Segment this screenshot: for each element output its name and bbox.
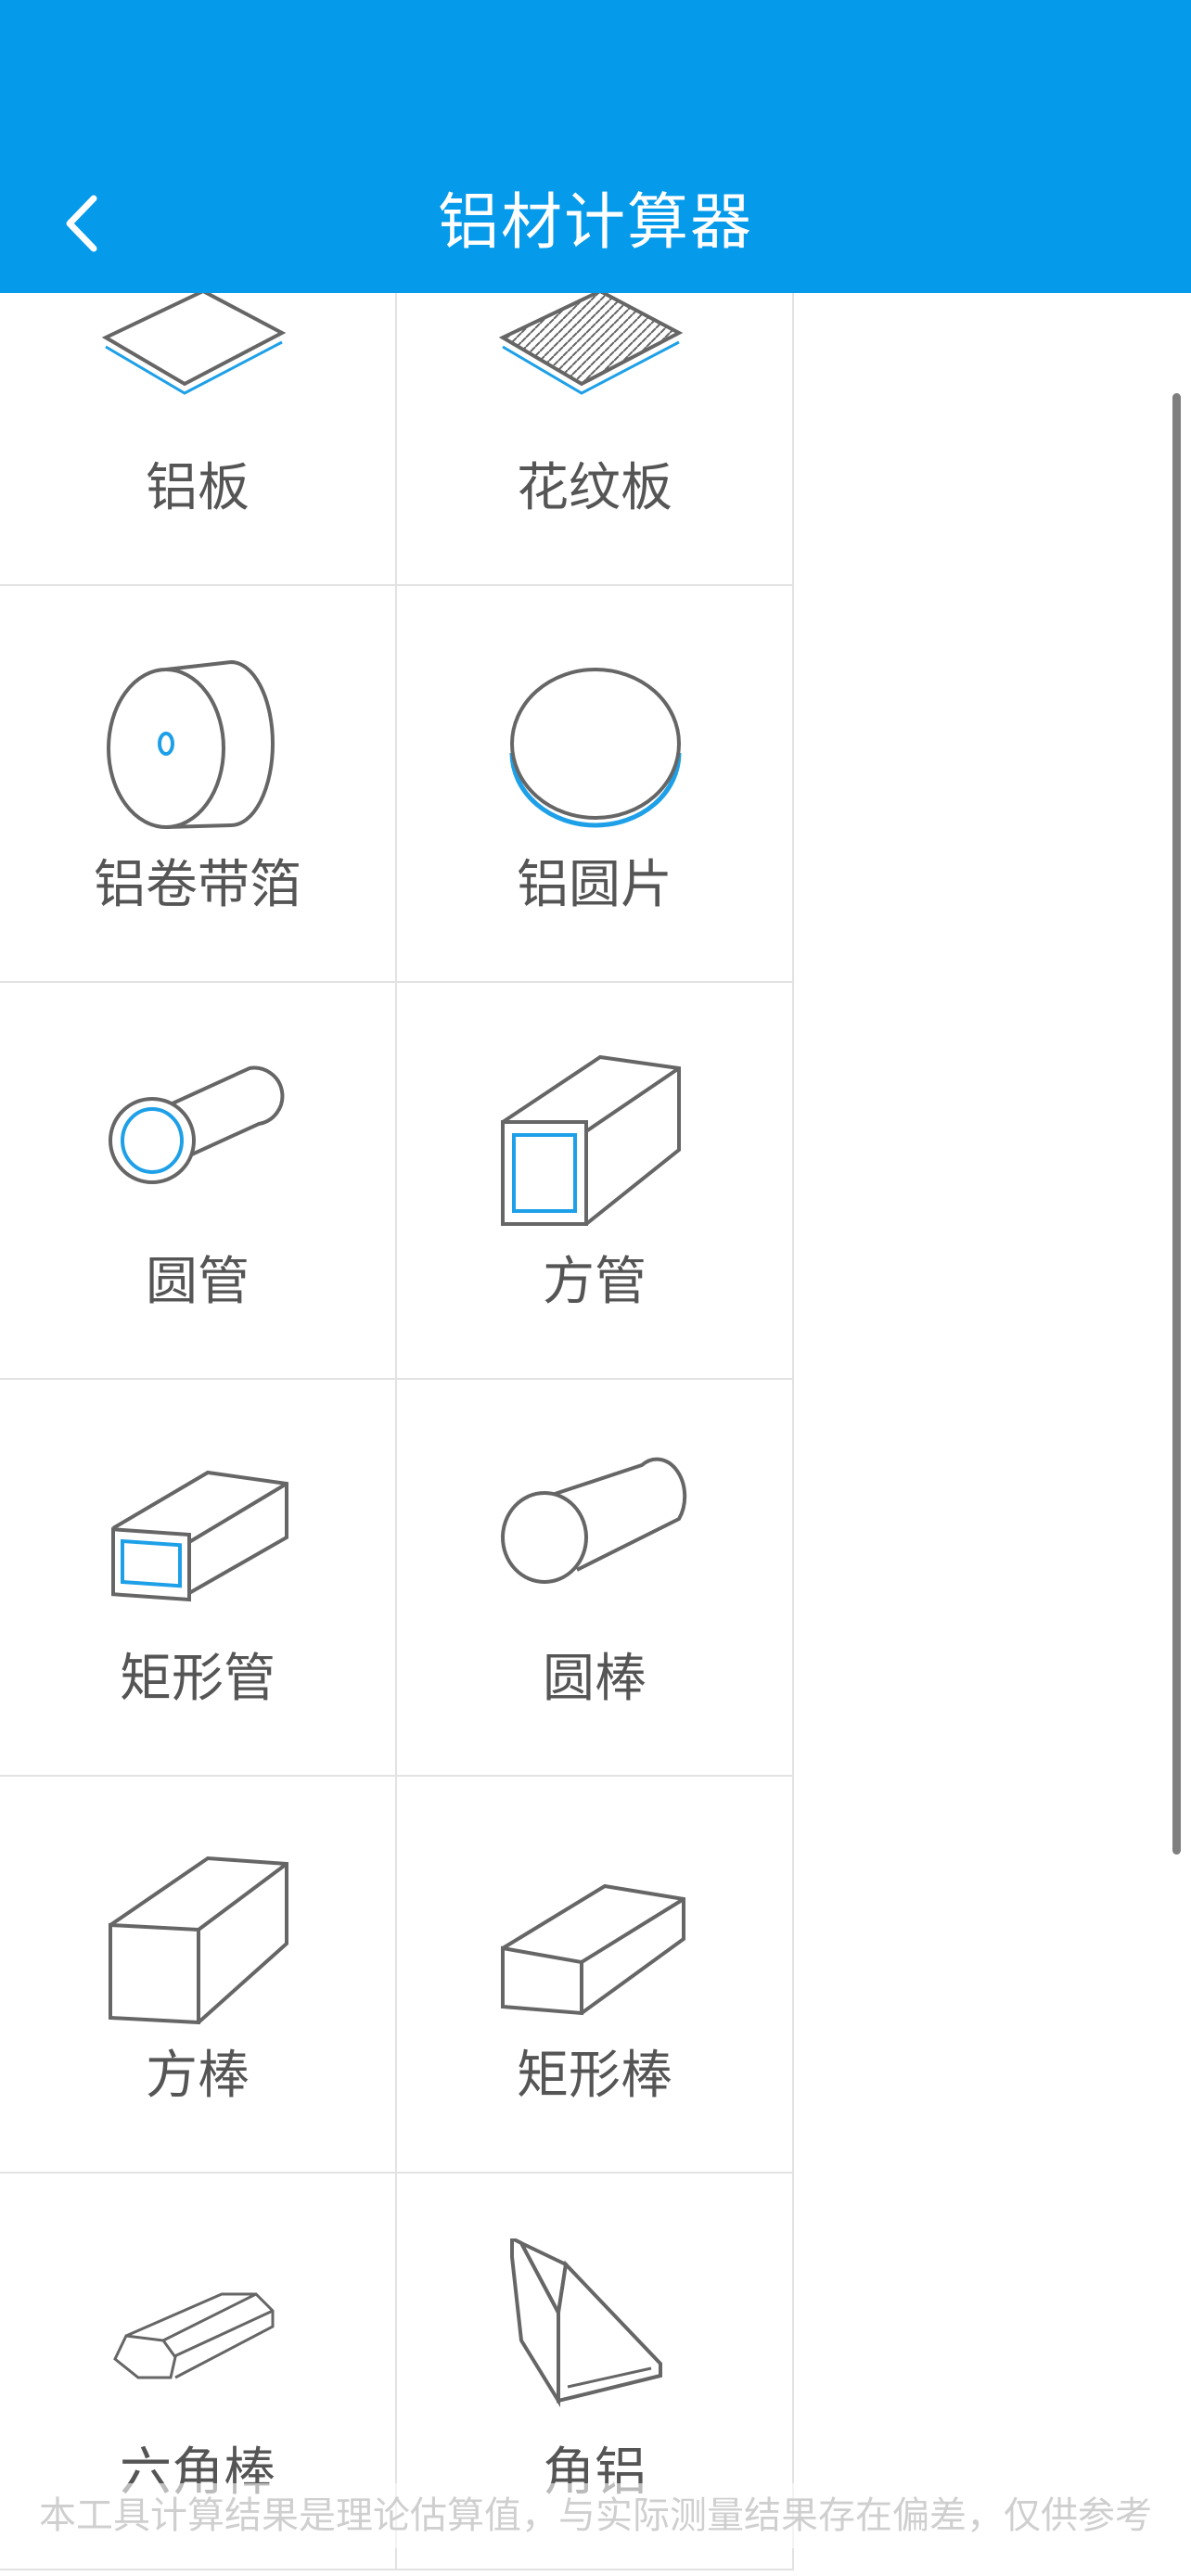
- hexagonal-bar-icon: [113, 2292, 275, 2379]
- material-cell-aluminum-disc[interactable]: 铝圆片: [397, 586, 794, 983]
- square-bar-icon: [109, 1855, 288, 2025]
- round-bar-icon: [501, 1457, 687, 1584]
- app-header: 铝材计算器: [0, 0, 1191, 293]
- material-label: 方棒: [146, 2046, 250, 2106]
- material-cell-round-tube[interactable]: 圆管: [0, 983, 397, 1380]
- round-tube-icon: [109, 1065, 285, 1184]
- rectangular-bar-icon: [501, 1883, 685, 2016]
- disclaimer-text: 本工具计算结果是理论估算值，与实际测量结果存在偏差，仅供参考: [0, 2483, 1191, 2548]
- material-cell-square-tube[interactable]: 方管: [397, 983, 794, 1380]
- angle-aluminum-icon: [510, 2238, 662, 2408]
- material-label: 铝板: [146, 458, 250, 518]
- material-label: 花纹板: [517, 458, 672, 518]
- material-label: 方管: [543, 1252, 647, 1312]
- material-label: 铝卷带箔: [94, 855, 301, 915]
- material-cell-rectangular-bar[interactable]: 矩形棒: [397, 1777, 794, 2174]
- material-label: 圆管: [146, 1252, 250, 1312]
- material-cell-rectangular-tube[interactable]: 矩形管: [0, 1380, 397, 1777]
- aluminum-disc-icon: [509, 668, 682, 828]
- page-title: 铝材计算器: [438, 186, 753, 258]
- material-cell-aluminum-coil[interactable]: 铝卷带箔: [0, 586, 397, 983]
- rectangular-tube-icon: [111, 1470, 288, 1602]
- material-label: 矩形棒: [517, 2046, 672, 2106]
- scrollbar[interactable]: [1172, 393, 1181, 1855]
- square-tube-icon: [501, 1054, 681, 1226]
- aluminum-coil-icon: [107, 659, 275, 829]
- material-label: 铝圆片: [517, 855, 672, 915]
- material-label: 矩形管: [120, 1649, 275, 1709]
- material-cell-square-bar[interactable]: 方棒: [0, 1777, 397, 2174]
- material-label: 圆棒: [543, 1649, 647, 1709]
- material-cell-round-bar[interactable]: 圆棒: [397, 1380, 794, 1777]
